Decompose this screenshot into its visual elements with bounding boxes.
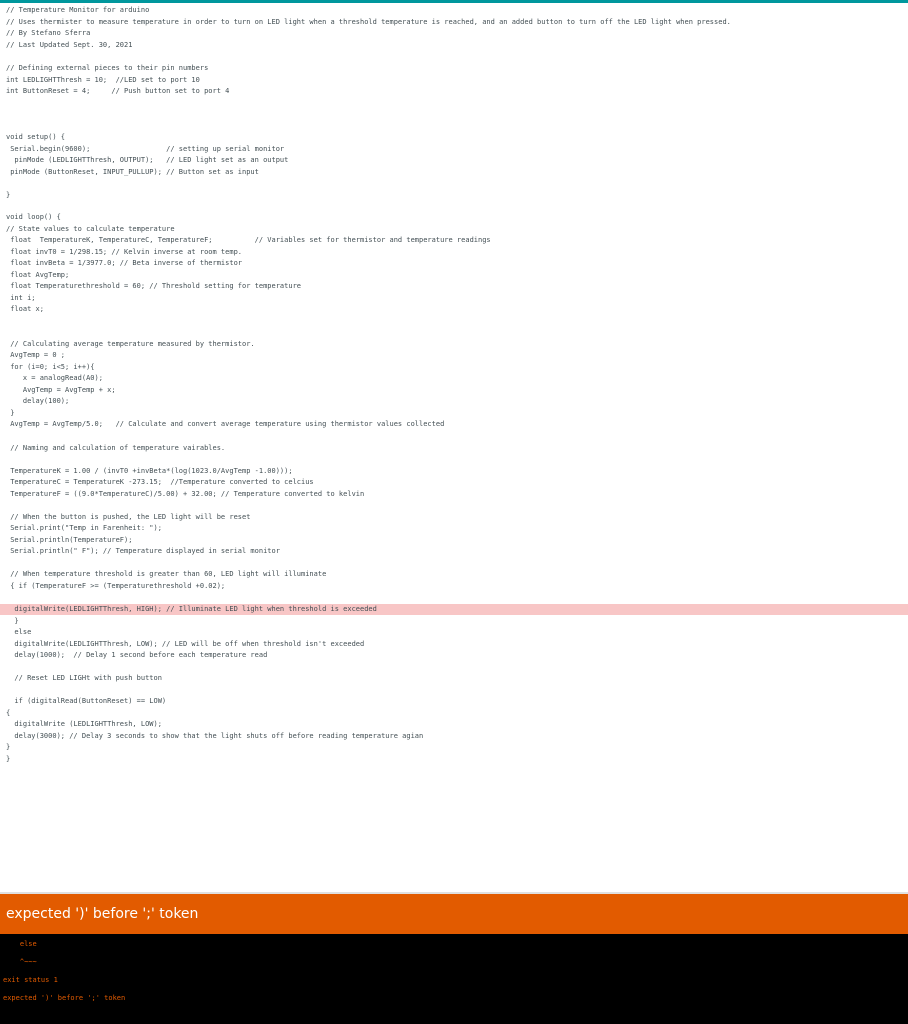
code-line[interactable]: digitalWrite (LEDLIGHTThresh, LOW);	[0, 719, 908, 730]
code-line[interactable]: float x;	[0, 304, 908, 315]
code-line[interactable]: x = analogRead(A0);	[0, 373, 908, 384]
code-line[interactable]: digitalWrite(LEDLIGHTThresh, LOW); // LE…	[0, 639, 908, 650]
output-console[interactable]: else ^~~~ exit status 1 expected ')' befor…	[0, 934, 908, 1024]
code-line[interactable]: // By Stefano Sferra	[0, 28, 908, 39]
code-editor[interactable]: // Temperature Monitor for arduino// Use…	[0, 3, 908, 892]
console-line: else	[3, 940, 37, 948]
code-line[interactable]: Serial.begin(9600); // setting up serial…	[0, 144, 908, 155]
code-line[interactable]: }	[0, 408, 908, 419]
code-line[interactable]: // Last Updated Sept. 30, 2021	[0, 40, 908, 51]
code-line[interactable]: { if (TemperatureF >= (Temperaturethresh…	[0, 581, 908, 592]
code-line[interactable]: TemperatureC = TemperatureK -273.15; //T…	[0, 477, 908, 488]
code-line[interactable]: // State values to calculate temperature	[0, 224, 908, 235]
code-line[interactable]: int i;	[0, 293, 908, 304]
code-line[interactable]: pinMode (LEDLIGHTThresh, OUTPUT); // LED…	[0, 155, 908, 166]
code-line[interactable]: void setup() {	[0, 132, 908, 143]
code-line[interactable]: TemperatureK = 1.00 / (invT0 +invBeta*(l…	[0, 466, 908, 477]
code-line[interactable]: delay(100);	[0, 396, 908, 407]
code-line[interactable]: }	[0, 742, 908, 753]
code-line[interactable]: TemperatureF = ((9.0*TemperatureC)/5.00)…	[0, 489, 908, 500]
code-line[interactable]: // Reset LED LIGHt with push button	[0, 673, 908, 684]
code-line[interactable]: Serial.println(TemperatureF);	[0, 535, 908, 546]
code-line[interactable]: delay(3000); // Delay 3 seconds to show …	[0, 731, 908, 742]
code-line[interactable]: float Temperaturethreshold = 60; // Thre…	[0, 281, 908, 292]
code-line[interactable]: else	[0, 627, 908, 638]
code-line[interactable]: float AvgTemp;	[0, 270, 908, 281]
code-line[interactable]: void loop() {	[0, 212, 908, 223]
code-line[interactable]: // Defining external pieces to their pin…	[0, 63, 908, 74]
code-line[interactable]: Serial.println(" F"); // Temperature dis…	[0, 546, 908, 557]
code-line[interactable]: pinMode (ButtonReset, INPUT_PULLUP); // …	[0, 167, 908, 178]
code-line[interactable]: float invT0 = 1/298.15; // Kelvin invers…	[0, 247, 908, 258]
code-line[interactable]: // Uses thermister to measure temperatur…	[0, 17, 908, 28]
console-line: ^~~~	[3, 958, 37, 966]
code-line[interactable]: // When the button is pushed, the LED li…	[0, 512, 908, 523]
code-line[interactable]: int LEDLIGHTThresh = 10; //LED set to po…	[0, 75, 908, 86]
code-line[interactable]: for (i=0; i<5; i++){	[0, 362, 908, 373]
code-line[interactable]: AvgTemp = AvgTemp/5.0; // Calculate and …	[0, 419, 908, 430]
code-line[interactable]: {	[0, 708, 908, 719]
code-line[interactable]: }	[0, 616, 908, 627]
console-line: exit status 1	[3, 976, 58, 984]
code-line[interactable]: int ButtonReset = 4; // Push button set …	[0, 86, 908, 97]
code-line[interactable]: }	[0, 754, 908, 765]
code-line[interactable]: delay(1000); // Delay 1 second before ea…	[0, 650, 908, 661]
code-line[interactable]: }	[0, 190, 908, 201]
code-line[interactable]: float TemperatureK, TemperatureC, Temper…	[0, 235, 908, 246]
error-message-bar: expected ')' before ';' token	[0, 894, 908, 934]
error-highlighted-code-line[interactable]: digitalWrite(LEDLIGHTThresh, HIGH); // I…	[0, 604, 908, 615]
code-line[interactable]: AvgTemp = 0 ;	[0, 350, 908, 361]
code-line[interactable]: // Calculating average temperature measu…	[0, 339, 908, 350]
code-line[interactable]: AvgTemp = AvgTemp + x;	[0, 385, 908, 396]
code-line[interactable]: // When temperature threshold is greater…	[0, 569, 908, 580]
error-message: expected ')' before ';' token	[6, 906, 199, 922]
code-line[interactable]: float invBeta = 1/3977.0; // Beta invers…	[0, 258, 908, 269]
console-line: expected ')' before ';' token	[3, 994, 126, 1002]
code-line[interactable]: if (digitalRead(ButtonReset) == LOW)	[0, 696, 908, 707]
code-line[interactable]: Serial.print("Temp in Farenheit: ");	[0, 523, 908, 534]
code-line[interactable]: // Temperature Monitor for arduino	[0, 5, 908, 16]
code-line[interactable]: // Naming and calculation of temperature…	[0, 443, 908, 454]
